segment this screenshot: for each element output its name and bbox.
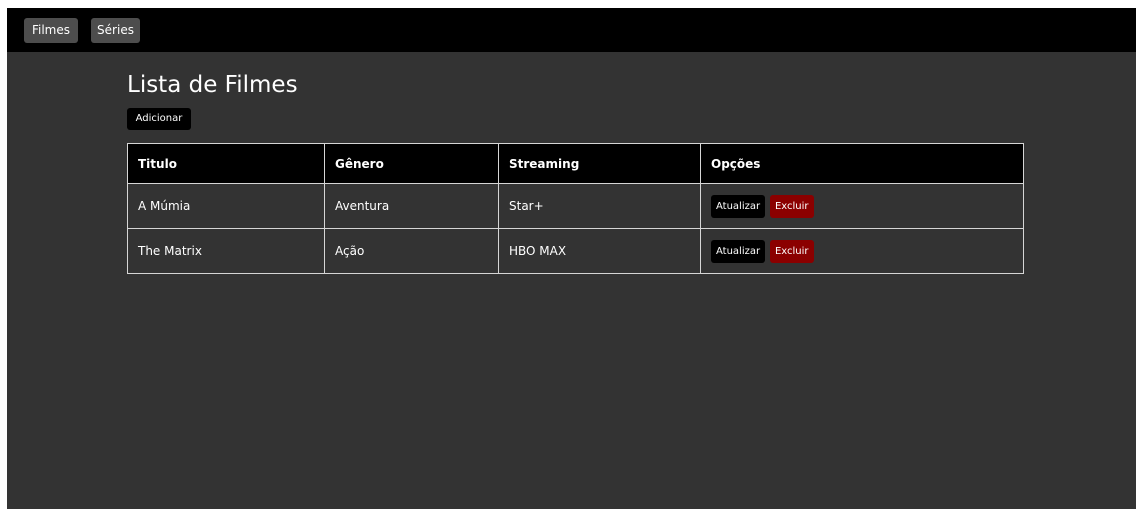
table-header-row: Titulo Gênero Streaming Opções xyxy=(127,143,1024,184)
table-row: A Múmia Aventura Star+ Atualizar Excluir xyxy=(127,183,1024,229)
column-header-titulo: Titulo xyxy=(127,143,325,184)
cell-titulo: A Múmia xyxy=(127,183,325,229)
nav-filmes-button[interactable]: Filmes xyxy=(24,18,78,43)
table-row: The Matrix Ação HBO MAX Atualizar Exclui… xyxy=(127,228,1024,274)
cell-streaming: HBO MAX xyxy=(498,228,701,274)
cell-opcoes: Atualizar Excluir xyxy=(700,183,1024,229)
update-button[interactable]: Atualizar xyxy=(711,239,766,263)
movies-table: Titulo Gênero Streaming Opções A Múmia A… xyxy=(127,143,1024,274)
cell-streaming: Star+ xyxy=(498,183,701,229)
nav-series-button[interactable]: Séries xyxy=(91,18,140,43)
cell-titulo: The Matrix xyxy=(127,228,325,274)
column-header-opcoes: Opções xyxy=(700,143,1024,184)
page-title: Lista de Filmes xyxy=(127,72,298,98)
cell-genero: Ação xyxy=(324,228,499,274)
app-frame: Filmes Séries Lista de Filmes Adicionar … xyxy=(7,8,1136,509)
cell-opcoes: Atualizar Excluir xyxy=(700,228,1024,274)
column-header-streaming: Streaming xyxy=(498,143,701,184)
update-button[interactable]: Atualizar xyxy=(711,194,766,218)
cell-genero: Aventura xyxy=(324,183,499,229)
add-button[interactable]: Adicionar xyxy=(127,108,191,130)
delete-button[interactable]: Excluir xyxy=(769,239,814,263)
delete-button[interactable]: Excluir xyxy=(769,194,814,218)
top-navbar: Filmes Séries xyxy=(7,8,1136,52)
column-header-genero: Gênero xyxy=(324,143,499,184)
